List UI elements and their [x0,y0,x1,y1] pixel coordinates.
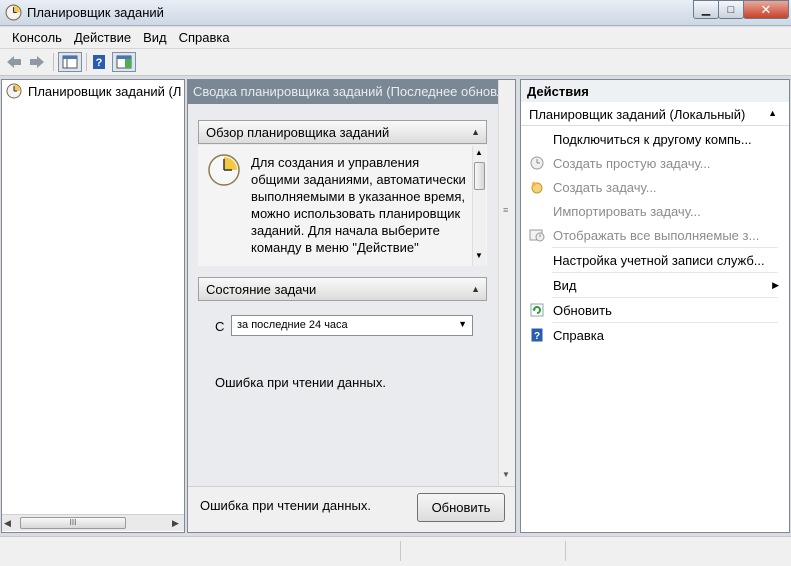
toolbar: ? [0,49,791,76]
action-display-running[interactable]: Отображать все выполняемые з... [521,223,779,247]
action-label: Отображать все выполняемые з... [553,227,760,243]
menu-help[interactable]: Справка [173,30,236,45]
minimize-button[interactable]: ▁ [693,0,719,19]
scroll-grip-icon: ≡ [503,205,509,215]
blank-icon [521,127,553,151]
action-import-task[interactable]: Импортировать задачу... [521,199,779,223]
action-help[interactable]: ? Справка [521,323,779,347]
status-error-text: Ошибка при чтении данных. [215,375,386,390]
forward-button[interactable] [28,52,46,72]
overview-scrollbar[interactable]: ▲ ▼ [472,146,486,266]
console-tree-pane [1,79,185,533]
action-label: Импортировать задачу... [553,203,701,219]
refresh-icon [521,298,553,322]
back-button[interactable] [5,52,23,72]
time-filter-value: за последние 24 часа [237,319,348,331]
show-hide-actions-button[interactable] [112,52,136,72]
maximize-button[interactable]: □ [718,0,744,19]
footer-error-text: Ошибка при чтении данных. [200,498,371,513]
window-title: Планировщик заданий [27,5,164,20]
action-label: Создать простую задачу... [553,155,711,171]
collapse-icon[interactable]: ▲ [768,108,777,118]
action-view[interactable]: Вид ▶ [521,273,779,297]
show-hide-tree-button[interactable] [58,52,82,72]
scroll-thumb[interactable] [474,162,485,190]
clock-icon [521,151,553,175]
title-bar: Планировщик заданий ▁ □ ✕ [0,0,791,26]
collapse-icon[interactable]: ▲ [471,127,480,137]
clock-icon [6,83,22,99]
overview-description: Для создания и управления общими задания… [251,155,466,255]
actions-group-header[interactable]: Планировщик заданий (Локальный) ▲ [521,102,789,126]
action-label: Подключиться к другому компь... [553,131,752,147]
action-label: Настройка учетной записи служб... [553,252,765,268]
action-create-basic-task[interactable]: Создать простую задачу... [521,151,779,175]
scroll-left-arrow-icon[interactable]: ◀ [4,518,11,529]
task-status-section-header[interactable]: Состояние задачи ▲ [198,277,487,301]
new-task-icon [521,175,553,199]
collapse-icon[interactable]: ▲ [471,284,480,294]
scroll-up-arrow-icon[interactable]: ▲ [475,148,483,157]
status-divider [565,541,566,561]
tree-item-task-scheduler[interactable]: Планировщик заданий (Л [6,82,182,100]
console-tree-icon [62,55,78,69]
blank-icon [521,273,553,297]
actions-group-label: Планировщик заданий (Локальный) [529,107,746,122]
refresh-button[interactable]: Обновить [417,493,505,522]
forward-arrow-icon [30,56,44,68]
toolbar-separator [53,53,54,71]
help-icon: ? [521,323,553,347]
scroll-right-arrow-icon[interactable]: ▶ [172,518,179,529]
close-button[interactable]: ✕ [743,0,789,19]
scroll-down-arrow-icon[interactable]: ▼ [475,251,483,260]
menu-view[interactable]: Вид [137,30,173,45]
scroll-thumb[interactable]: III [20,517,126,529]
svg-text:?: ? [96,57,103,69]
help-icon: ? [93,55,105,69]
scroll-down-arrow-icon[interactable]: ▼ [502,470,510,479]
clock-icon [208,154,240,186]
help-button[interactable]: ? [90,52,108,72]
menu-console[interactable]: Консоль [6,30,68,45]
action-pane-icon [116,55,132,69]
back-arrow-icon [7,56,21,68]
summary-scrollbar[interactable]: ≡ ▼ [498,80,515,486]
toolbar-separator [86,53,87,71]
status-divider [400,541,401,561]
action-label: Вид [553,277,577,293]
running-tasks-icon [521,223,553,247]
menu-action[interactable]: Действие [68,30,137,45]
overview-section-title: Обзор планировщика заданий [206,125,390,140]
status-bar [0,536,791,566]
window-controls: ▁ □ ✕ [693,0,789,20]
action-service-account[interactable]: Настройка учетной записи служб... [521,248,779,272]
blank-icon [521,248,553,272]
action-label: Справка [553,327,604,343]
task-status-section-title: Состояние задачи [206,282,317,297]
action-connect[interactable]: Подключиться к другому компь... [521,127,779,151]
action-create-task[interactable]: Создать задачу... [521,175,779,199]
blank-icon [521,199,553,223]
submenu-arrow-icon: ▶ [772,279,779,290]
menu-bar: Консоль Действие Вид Справка [0,27,791,49]
actions-title: Действия [521,80,789,102]
summary-header: Сводка планировщика заданий (Последнее о… [188,80,515,104]
action-label: Создать задачу... [553,179,657,195]
svg-text:?: ? [534,331,540,342]
tree-item-label: Планировщик заданий (Л [28,83,182,99]
filter-label: С [215,319,225,334]
chevron-down-icon: ▼ [458,319,467,329]
clock-app-icon [5,4,22,21]
action-refresh[interactable]: Обновить [521,298,779,322]
action-label: Обновить [553,302,612,318]
time-filter-select[interactable]: за последние 24 часа ▼ [231,315,473,336]
overview-section-header[interactable]: Обзор планировщика заданий ▲ [198,120,487,144]
overview-section-body: Для создания и управления общими задания… [198,145,487,266]
horizontal-scrollbar[interactable]: ◀ III ▶ [2,514,184,531]
